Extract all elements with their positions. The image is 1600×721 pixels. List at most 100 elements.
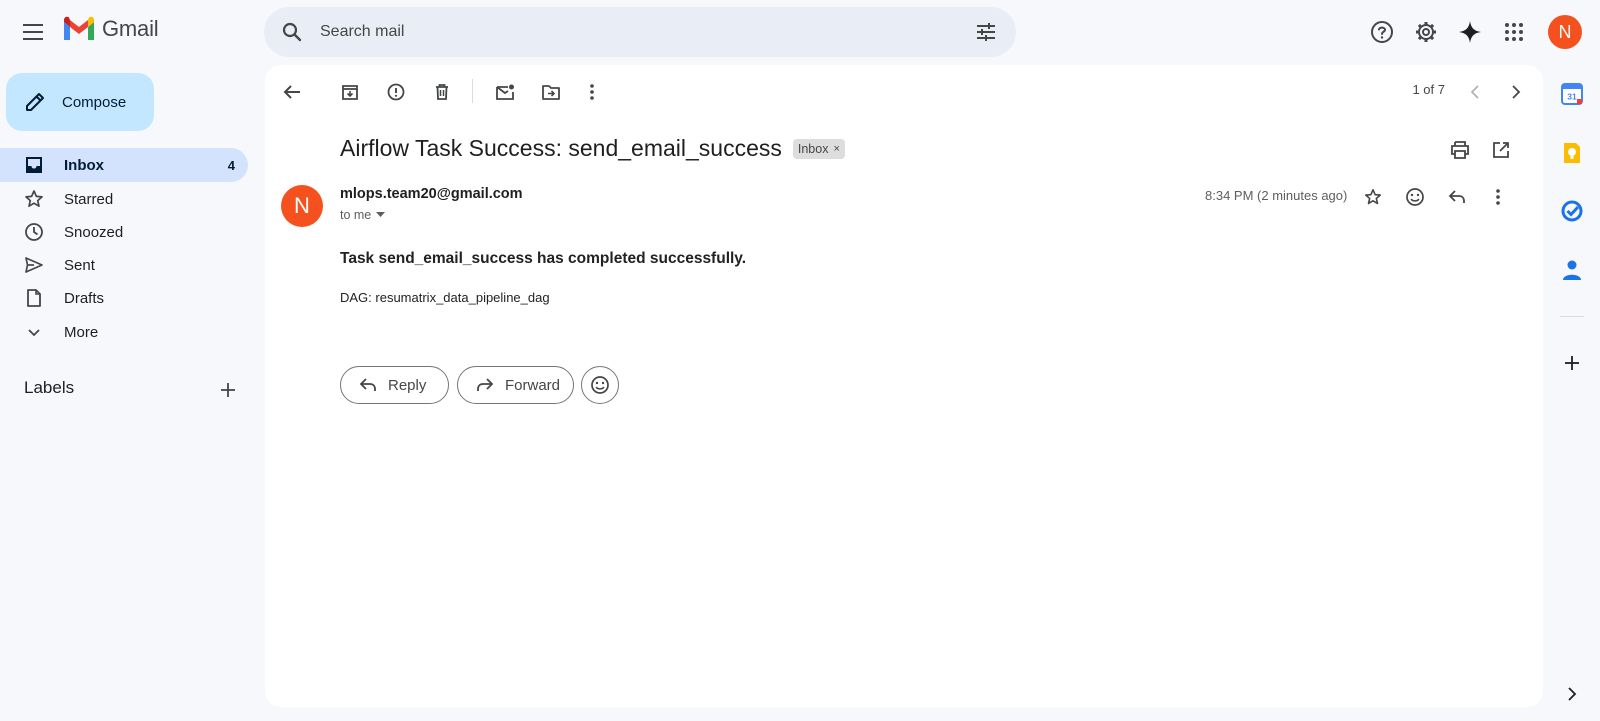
message-subject: Airflow Task Success: send_email_success…	[340, 135, 845, 162]
keep-app-button[interactable]	[1555, 136, 1589, 170]
label-chip-inbox[interactable]: Inbox ×	[792, 138, 845, 159]
contacts-icon	[1563, 260, 1581, 280]
gmail-m-icon	[64, 16, 94, 40]
search-input[interactable]	[320, 7, 920, 57]
report-spam-button[interactable]	[378, 74, 414, 110]
message-timestamp: 8:34 PM (2 minutes ago)	[1205, 188, 1348, 203]
sidebar-item-label: Inbox	[64, 156, 104, 174]
older-button[interactable]	[1498, 74, 1534, 110]
sender-email[interactable]: mlops.team20@gmail.com	[340, 186, 523, 202]
sidebar-item-label: Drafts	[64, 289, 105, 307]
message-body-heading: Task send_email_success has completed su…	[340, 250, 747, 267]
sidebar-item-label: Snoozed	[64, 223, 124, 241]
send-icon	[25, 257, 43, 273]
archive-icon	[342, 85, 358, 100]
message-more-button[interactable]	[1480, 179, 1516, 215]
google-apps-button[interactable]	[1494, 12, 1534, 52]
emoji-reaction-button[interactable]	[581, 366, 619, 404]
newer-button[interactable]	[1457, 74, 1493, 110]
contacts-app-button[interactable]	[1555, 253, 1589, 287]
more-actions-button[interactable]	[574, 74, 610, 110]
gmail-logo-text: Gmail	[102, 16, 159, 41]
reply-icon	[1448, 190, 1465, 203]
move-to-button[interactable]	[533, 74, 569, 110]
sparkle-icon	[1459, 21, 1481, 43]
hamburger-icon	[23, 24, 43, 40]
gemini-button[interactable]	[1450, 12, 1490, 52]
remove-label-icon[interactable]: ×	[833, 143, 839, 155]
reply-icon-button[interactable]	[1439, 179, 1475, 215]
print-all-button[interactable]	[1442, 132, 1478, 168]
sidebar-item-drafts[interactable]: Drafts	[0, 281, 248, 315]
unread-count: 4	[227, 157, 235, 173]
keep-icon	[1564, 143, 1580, 163]
support-button[interactable]	[1362, 12, 1402, 52]
reply-button[interactable]: Reply	[340, 366, 449, 404]
sidebar-item-more[interactable]: More	[0, 315, 248, 349]
mark-unread-button[interactable]	[487, 74, 523, 110]
back-button[interactable]	[274, 74, 310, 110]
main-menu-button[interactable]	[14, 12, 54, 52]
tasks-app-button[interactable]	[1555, 194, 1589, 228]
search-bar	[264, 7, 1016, 57]
caret-down-icon	[376, 212, 386, 217]
calendar-day: 31	[1567, 92, 1577, 102]
plus-icon	[221, 383, 235, 397]
emoji-icon	[591, 376, 609, 394]
chevron-right-icon	[1568, 687, 1577, 701]
compose-label: Compose	[62, 93, 127, 111]
apps-grid-icon	[1505, 23, 1523, 41]
reply-icon	[359, 378, 376, 391]
arrow-back-icon	[283, 85, 300, 99]
chevron-down-icon	[28, 329, 40, 337]
show-side-panel-button[interactable]	[1555, 677, 1589, 711]
sidebar-item-starred[interactable]: Starred	[0, 182, 248, 216]
search-options-button[interactable]	[966, 12, 1006, 52]
star-button[interactable]	[1355, 179, 1391, 215]
help-icon	[1371, 21, 1393, 43]
create-label-button[interactable]	[212, 374, 244, 406]
tune-icon	[977, 23, 995, 41]
settings-button[interactable]	[1406, 12, 1446, 52]
forward-button[interactable]: Forward	[457, 366, 574, 404]
gmail-logo[interactable]: Gmail	[62, 16, 159, 42]
plus-icon	[1565, 356, 1579, 370]
message-view: 1 of 7 Airflow Task Success: send_email_…	[265, 65, 1543, 707]
chevron-right-icon	[1512, 85, 1521, 99]
delete-button[interactable]	[424, 74, 460, 110]
search-button[interactable]	[272, 12, 312, 52]
calendar-app-button[interactable]: 31	[1555, 77, 1589, 111]
sidebar-item-sent[interactable]: Sent	[0, 248, 248, 282]
compose-button[interactable]: Compose	[6, 73, 154, 131]
sidebar-item-inbox[interactable]: Inbox 4	[0, 148, 248, 182]
sidebar-item-label: Sent	[64, 256, 95, 274]
inbox-icon	[26, 157, 42, 173]
emoji-icon	[1406, 188, 1424, 206]
star-icon	[25, 190, 43, 208]
more-vert-icon	[590, 84, 594, 100]
print-icon	[1451, 141, 1469, 159]
get-addons-button[interactable]	[1555, 346, 1589, 380]
gear-icon	[1416, 22, 1436, 42]
sidebar-item-snoozed[interactable]: Snoozed	[0, 215, 248, 249]
account-avatar[interactable]: N	[1548, 15, 1582, 49]
recipient-details-toggle[interactable]: to me	[340, 208, 386, 222]
trash-icon	[436, 84, 448, 100]
tasks-icon	[1561, 200, 1583, 222]
chevron-left-icon	[1470, 85, 1479, 99]
forward-label: Forward	[505, 376, 561, 394]
pencil-icon	[26, 93, 44, 111]
add-reaction-button[interactable]	[1397, 179, 1433, 215]
label-chip-text: Inbox	[797, 141, 829, 156]
calendar-icon: 31	[1561, 83, 1583, 105]
sidebar-item-label: More	[64, 323, 99, 341]
mark-unread-icon	[496, 84, 514, 100]
subject-text: Airflow Task Success: send_email_success	[340, 135, 782, 161]
reply-label: Reply	[388, 376, 427, 394]
sender-avatar[interactable]: N	[281, 185, 323, 227]
more-vert-icon	[1496, 189, 1500, 205]
pagination-text: 1 of 7	[1412, 82, 1445, 97]
archive-button[interactable]	[332, 74, 368, 110]
open-new-window-button[interactable]	[1483, 132, 1519, 168]
open-in-new-icon	[1493, 142, 1509, 158]
